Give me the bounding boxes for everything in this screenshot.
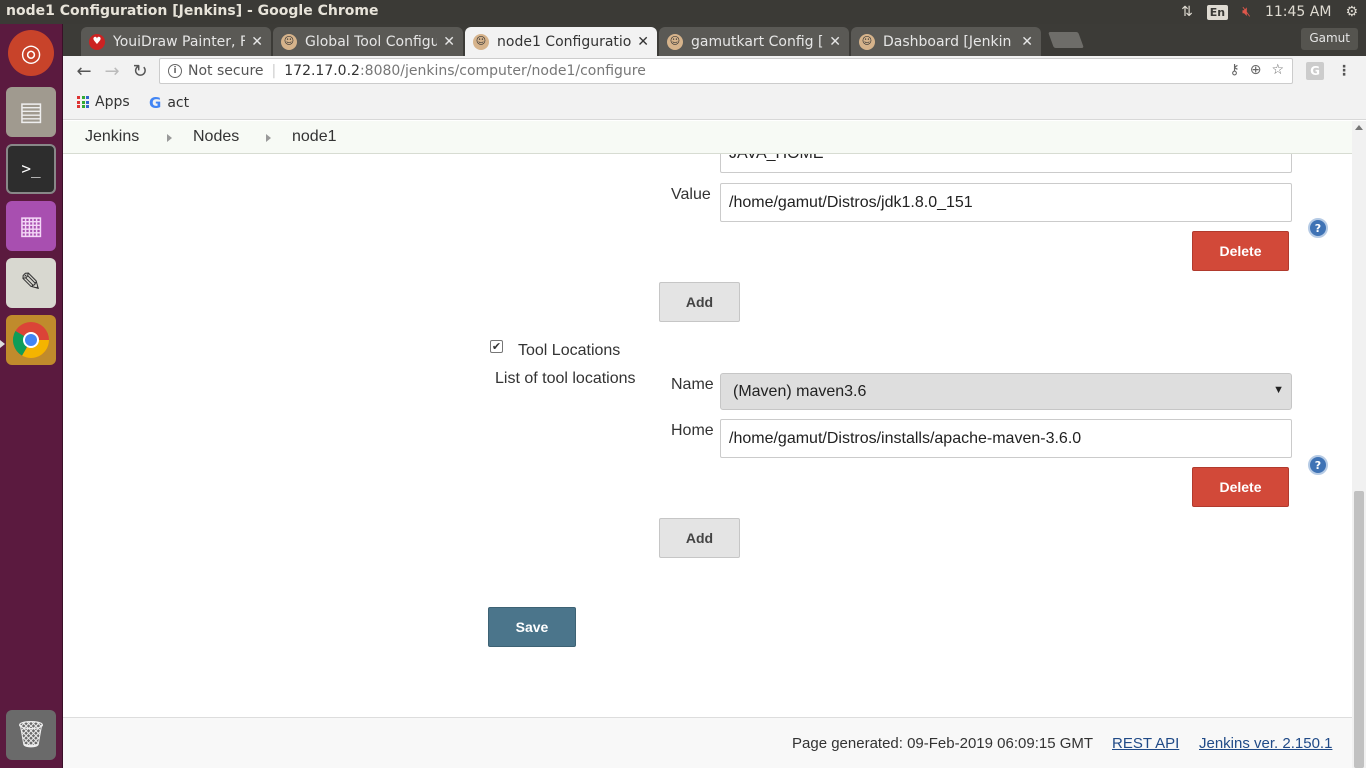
chrome-logo-icon xyxy=(12,322,50,359)
tab-dashboard[interactable]: ☺ Dashboard [Jenkin ✕ xyxy=(851,27,1041,56)
reload-icon[interactable]: ↻ xyxy=(129,60,151,82)
tool-name-selected-value: (Maven) maven3.6 xyxy=(733,382,867,400)
terminal-icon[interactable]: >_ xyxy=(6,144,56,194)
scroll-up-arrow-icon[interactable] xyxy=(1355,125,1363,130)
trash-icon[interactable]: 🗑︎ xyxy=(6,710,56,760)
tool-locations-label: Tool Locations xyxy=(518,342,621,359)
bookmarks-bar: Apps G act xyxy=(63,86,1366,120)
window-title: node1 Configuration [Jenkins] - Google C… xyxy=(6,3,379,19)
page-footer: Page generated: 09-Feb-2019 06:09:15 GMT… xyxy=(63,717,1352,768)
grammarly-extension-icon[interactable]: G xyxy=(1306,62,1324,80)
info-icon[interactable]: i xyxy=(168,64,182,78)
breadcrumb-separator xyxy=(266,134,271,142)
jenkins-icon: ☺ xyxy=(667,33,683,50)
bookmark-star-icon[interactable]: ☆ xyxy=(1271,62,1284,78)
help-icon[interactable]: ? xyxy=(1308,455,1328,475)
save-button[interactable]: Save xyxy=(488,607,576,647)
tool-locations-list-label: List of tool locations xyxy=(495,370,636,387)
tab-label: YouiDraw Painter, F xyxy=(113,33,246,50)
jenkins-version-link[interactable]: Jenkins ver. 2.150.1 xyxy=(1199,735,1332,752)
url-host: 172.17.0.2 xyxy=(284,63,360,79)
close-icon[interactable]: ✕ xyxy=(829,34,841,50)
tab-gamutkart-config[interactable]: ☺ gamutkart Config [ ✕ xyxy=(659,27,849,56)
apps-grid-icon xyxy=(77,96,89,108)
text-editor-icon[interactable]: ✎ xyxy=(6,258,56,308)
delete-env-var-button[interactable]: Delete xyxy=(1192,231,1289,271)
network-arrows-icon[interactable]: ⇅ xyxy=(1181,4,1193,20)
rest-api-link[interactable]: REST API xyxy=(1112,735,1179,752)
jenkins-page: JAVA_HOME Jenkins Nodes node1 Value /hom… xyxy=(63,121,1352,768)
address-separator: | xyxy=(271,63,277,79)
keyboard-language-indicator[interactable]: En xyxy=(1206,4,1229,20)
google-icon: G xyxy=(149,94,162,112)
key-icon[interactable]: ⚷ xyxy=(1229,62,1239,78)
add-tool-location-button[interactable]: Add xyxy=(659,518,740,558)
omnibox-icons: ⚷ ⊕ ☆ xyxy=(1229,62,1284,78)
back-arrow-icon[interactable]: ← xyxy=(73,60,95,82)
bookmark-apps[interactable]: Apps xyxy=(77,94,130,110)
breadcrumb-separator xyxy=(167,134,172,142)
forward-arrow-icon[interactable]: → xyxy=(101,60,123,82)
dropdown-caret-icon: ▼ xyxy=(1273,384,1284,396)
workspace-switcher-icon[interactable]: ▦ xyxy=(6,201,56,251)
tab-node1-configuration[interactable]: ☺ node1 Configuratio ✕ xyxy=(465,27,657,56)
jenkins-icon: ☺ xyxy=(281,33,297,50)
volume-muted-icon[interactable]: 🔇︎ xyxy=(1242,4,1251,20)
browser-toolbar: ← → ↻ i Not secure | 172.17.0.2:8080/jen… xyxy=(63,56,1366,86)
help-icon[interactable]: ? xyxy=(1308,218,1328,238)
jenkins-icon: ☺ xyxy=(473,33,489,50)
jenkins-icon: ☺ xyxy=(859,33,875,50)
ubuntu-dash-icon[interactable]: ◎ xyxy=(8,30,54,76)
tool-home-label: Home xyxy=(671,422,714,439)
tab-label: Dashboard [Jenkin xyxy=(883,33,1012,50)
new-tab-button[interactable] xyxy=(1048,32,1084,48)
zoom-icon[interactable]: ⊕ xyxy=(1250,62,1262,78)
add-env-var-button[interactable]: Add xyxy=(659,282,740,322)
settings-gear-icon[interactable]: ⚙ xyxy=(1345,4,1358,20)
tab-label: gamutkart Config [ xyxy=(691,33,824,50)
env-var-value-label: Value xyxy=(671,186,711,203)
close-icon[interactable]: ✕ xyxy=(443,34,455,50)
tab-label: node1 Configuratio xyxy=(497,33,632,50)
active-app-indicator xyxy=(0,340,5,348)
breadcrumb-node1[interactable]: node1 xyxy=(292,128,337,146)
address-bar[interactable]: i Not secure | 172.17.0.2:8080/jenkins/c… xyxy=(159,58,1293,84)
system-top-panel: node1 Configuration [Jenkins] - Google C… xyxy=(0,0,1366,24)
page-scrollbar[interactable] xyxy=(1352,121,1366,768)
delete-tool-location-button[interactable]: Delete xyxy=(1192,467,1289,507)
tab-label: Global Tool Configu xyxy=(305,33,438,50)
env-var-value-input[interactable]: /home/gamut/Distros/jdk1.8.0_151 xyxy=(720,183,1292,222)
chrome-icon[interactable] xyxy=(6,315,56,365)
breadcrumb-nodes[interactable]: Nodes xyxy=(193,128,239,146)
browser-tab-strip: ♥ YouiDraw Painter, F ✕ ☺ Global Tool Co… xyxy=(63,24,1366,56)
tool-home-input[interactable]: /home/gamut/Distros/installs/apache-mave… xyxy=(720,419,1292,458)
system-indicators: ⇅ En 🔇︎ 11:45 AM ⚙ xyxy=(1181,0,1358,24)
bookmark-act[interactable]: G act xyxy=(149,94,189,112)
chrome-menu-icon[interactable]: ⋮ xyxy=(1335,62,1353,80)
breadcrumb: Jenkins Nodes node1 xyxy=(63,121,1352,154)
unity-launcher: ◎ ▤ >_ ▦ ✎ 🗑︎ xyxy=(0,24,63,768)
close-icon[interactable]: ✕ xyxy=(251,34,263,50)
breadcrumb-jenkins[interactable]: Jenkins xyxy=(85,128,139,146)
clock[interactable]: 11:45 AM xyxy=(1265,4,1331,20)
url-path: :8080/jenkins/computer/node1/configure xyxy=(359,63,646,79)
close-icon[interactable]: ✕ xyxy=(1021,34,1033,50)
bookmark-label: act xyxy=(167,95,190,111)
files-icon[interactable]: ▤ xyxy=(6,87,56,137)
scrollbar-thumb[interactable] xyxy=(1354,491,1364,768)
tool-name-select[interactable]: (Maven) maven3.6 ▼ xyxy=(720,373,1292,410)
profile-button[interactable]: Gamut xyxy=(1301,28,1358,50)
tab-youidraw[interactable]: ♥ YouiDraw Painter, F ✕ xyxy=(81,27,271,56)
tab-global-tool-configuration[interactable]: ☺ Global Tool Configu ✕ xyxy=(273,27,463,56)
tool-locations-checkbox[interactable]: ✔ xyxy=(490,340,503,353)
bookmark-label: Apps xyxy=(95,94,130,110)
close-icon[interactable]: ✕ xyxy=(637,34,649,50)
tool-name-label: Name xyxy=(671,376,714,393)
youidraw-icon: ♥ xyxy=(89,33,105,50)
security-status: Not secure xyxy=(188,63,264,79)
page-generated-text: Page generated: 09-Feb-2019 06:09:15 GMT xyxy=(792,735,1094,752)
